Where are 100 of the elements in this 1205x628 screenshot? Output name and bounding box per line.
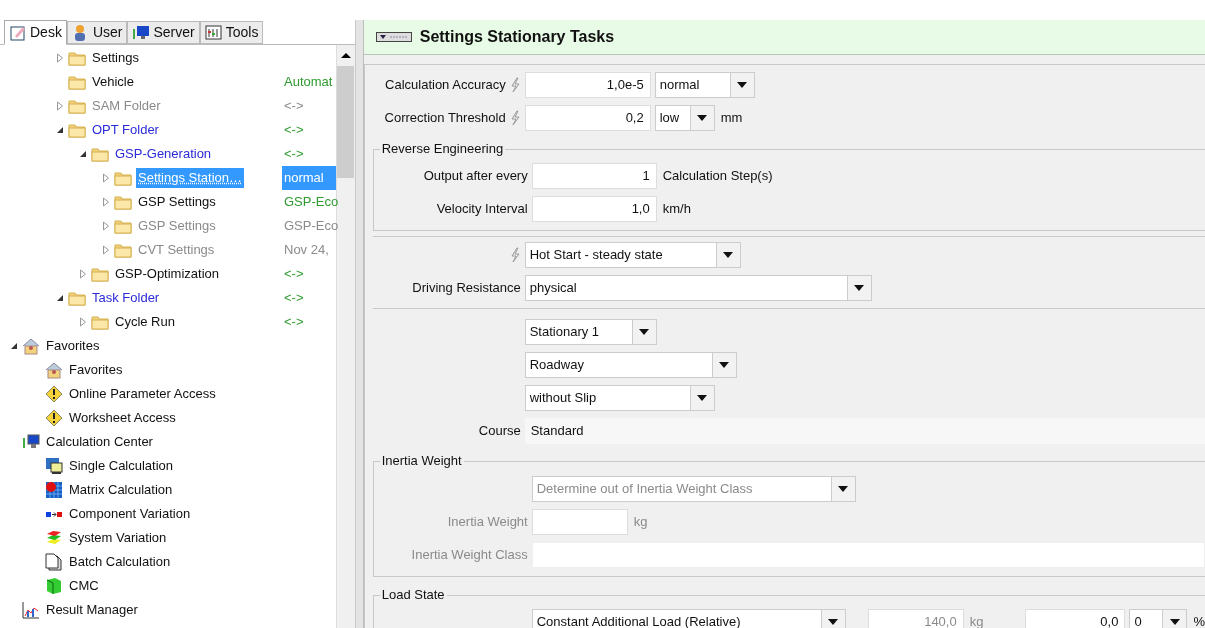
caret-icon [697, 395, 708, 401]
text-field[interactable]: 1 [531, 163, 657, 189]
tree-item-label[interactable]: GSP-Optimization [113, 264, 222, 284]
tree-item-value: <-> [283, 313, 304, 331]
caret-icon [1169, 619, 1180, 625]
tree-item-label[interactable]: Settings [90, 48, 141, 68]
tree-item-label[interactable]: GSP Settings [136, 192, 218, 212]
computer-icon [45, 457, 63, 475]
caret-icon [838, 486, 849, 492]
field-label: Correction Threshold [384, 109, 506, 128]
field-label: Driving Resistance [411, 279, 521, 298]
cube-icon [45, 577, 63, 595]
tree-item-label[interactable]: GSP-Generation [113, 144, 214, 164]
tree-item-label[interactable]: Worksheet Access [67, 408, 178, 428]
dropdown[interactable]: 0 [1129, 609, 1188, 628]
tree-item-label[interactable]: Favorites [67, 360, 125, 380]
chart-icon [22, 601, 40, 619]
text-field[interactable]: 1,0 [531, 196, 657, 222]
lightning-icon [508, 77, 521, 93]
folder-icon [91, 313, 109, 331]
tree-item-value: Nov 24, [283, 241, 329, 259]
tab[interactable]: User [66, 21, 128, 44]
caret-icon [854, 285, 865, 291]
tree-item-value: <-> [283, 289, 304, 307]
folder-icon [114, 193, 132, 211]
document-icon [45, 553, 63, 571]
tree-item-label[interactable]: Cycle Run [113, 312, 177, 332]
folder-icon [68, 121, 86, 139]
field-label: Course [477, 422, 521, 441]
read-only-field: Standard [524, 418, 1205, 444]
unit-label: Calculation Step(s) [662, 167, 773, 186]
folder-icon [68, 97, 86, 115]
text-field[interactable]: 0,2 [524, 105, 651, 131]
tree-item-value: <-> [283, 265, 304, 283]
tree-item-label[interactable]: Favorites [44, 336, 102, 356]
warning-icon [45, 409, 63, 427]
caret-icon [639, 329, 650, 335]
field-label: Output after every [422, 167, 528, 186]
text-field[interactable]: 140,0 [867, 609, 964, 628]
dropdown[interactable]: Stationary 1 [524, 319, 657, 345]
tree-item-label[interactable]: CMC [67, 576, 101, 596]
tree-item-value: GSP-Eco [283, 217, 339, 235]
lightning-icon [508, 247, 521, 263]
tree-item-value: GSP-Eco [283, 193, 339, 211]
dropdown[interactable]: physical [524, 275, 872, 301]
text-field[interactable]: 0,0 [1025, 609, 1126, 628]
tab[interactable]: Server [127, 21, 200, 44]
caret-icon [697, 115, 708, 121]
arrow-icon [45, 510, 63, 518]
notepad-icon [9, 23, 27, 42]
tree-item-label[interactable]: OPT Folder [90, 120, 161, 140]
tree-item-value: normal [282, 166, 336, 190]
tools-icon [204, 23, 223, 42]
dropdown[interactable]: Hot Start - steady state [524, 242, 741, 268]
tree-item-label[interactable]: Component Variation [67, 504, 193, 524]
folder-icon [114, 217, 132, 235]
unit-label: % [1193, 613, 1205, 628]
monitor-icon [132, 23, 151, 42]
caret-icon [719, 362, 730, 368]
folder-icon [68, 289, 86, 307]
folder-icon [114, 241, 132, 259]
layers-icon [45, 529, 63, 547]
text-field[interactable] [531, 509, 628, 535]
house-icon [45, 361, 63, 379]
tree-item-label[interactable]: Calculation Center [44, 432, 155, 452]
unit-label: kg [633, 513, 648, 532]
field-label: Calculation Accuracy [385, 76, 506, 95]
tree-item-value: Automat [283, 73, 333, 91]
folder-icon [68, 73, 86, 91]
tree-item-value: <-> [283, 121, 304, 139]
dropdown[interactable]: normal [654, 72, 755, 98]
scrollbar-thumb[interactable] [337, 66, 355, 178]
text-field[interactable]: 1,0e-5 [524, 72, 651, 98]
tree-item-label[interactable]: System Variation [67, 528, 169, 548]
caret-icon [737, 82, 748, 88]
folder-icon [114, 169, 132, 187]
dropdown[interactable]: low [654, 105, 715, 131]
tab[interactable]: Desk [4, 20, 67, 45]
folder-icon [91, 145, 109, 163]
folder-icon [91, 265, 109, 283]
dropdown[interactable]: without Slip [524, 385, 715, 411]
scroll-up-icon[interactable] [340, 53, 351, 58]
tree-item-label[interactable]: Online Parameter Access [67, 384, 218, 404]
lightning-icon [508, 110, 521, 126]
tree-item-label[interactable]: Result Manager [44, 600, 140, 620]
field-label: Velocity Interval [435, 200, 528, 219]
panel-icon [375, 32, 412, 42]
caret-icon [723, 252, 734, 258]
tree-item-label[interactable]: Matrix Calculation [67, 480, 175, 500]
tab[interactable]: Tools [199, 21, 264, 44]
warning-icon [45, 385, 63, 403]
grid-icon [45, 481, 63, 499]
dropdown[interactable]: Roadway [524, 352, 737, 378]
tree-item-label[interactable]: Vehicle [90, 72, 136, 92]
field-label: Inertia Weight [446, 513, 528, 532]
tree-item-label[interactable]: Task Folder [90, 288, 162, 308]
monitor-icon [22, 433, 40, 451]
tree-item-label[interactable]: Single Calculation [67, 456, 176, 476]
tree-item-value: <-> [283, 97, 304, 115]
tree-item-label[interactable]: Batch Calculation [67, 552, 173, 572]
